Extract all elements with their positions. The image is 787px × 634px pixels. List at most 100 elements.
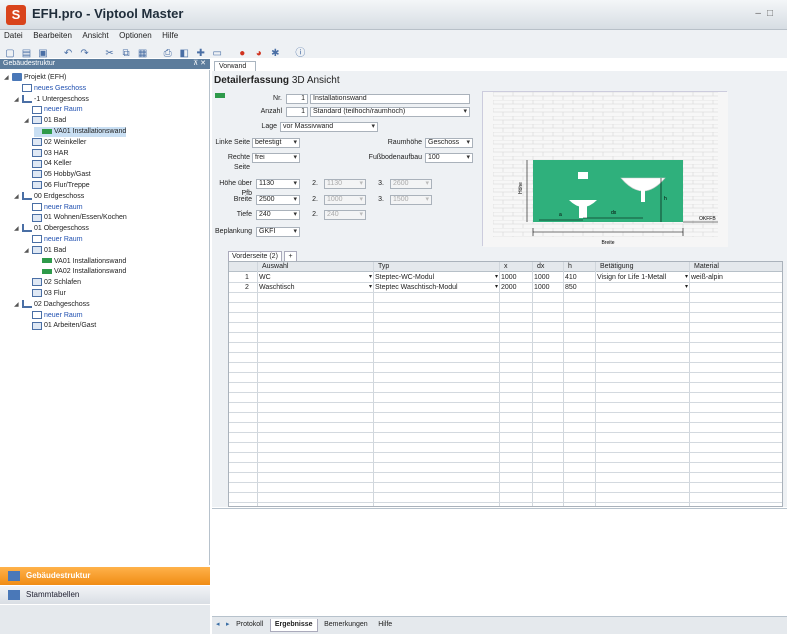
col-material[interactable]: Material — [691, 262, 719, 272]
cell-x[interactable]: 1000 — [499, 273, 532, 283]
table-row[interactable] — [229, 383, 782, 393]
table-row[interactable] — [229, 433, 782, 443]
tree-node[interactable]: 06 Flur/Treppe — [24, 181, 90, 191]
tree-node[interactable]: neuer Raum — [24, 202, 83, 213]
hoehe-2-select[interactable]: 1130 — [324, 179, 366, 189]
tab-vorderseite[interactable]: Vorderseite (2) — [228, 251, 282, 261]
red-icon-1[interactable]: ● — [236, 48, 248, 60]
minimize-icon[interactable]: – — [755, 8, 767, 19]
nav-stammtabellen[interactable]: Stammtabellen — [0, 586, 210, 604]
table-row[interactable] — [229, 493, 782, 503]
tree-node[interactable]: 01 Wohnen/Essen/Kochen — [24, 213, 127, 223]
info-icon[interactable]: ⓘ — [294, 48, 306, 60]
rechte-seite-select[interactable]: frei — [252, 153, 300, 163]
table-row[interactable] — [229, 393, 782, 403]
table-row[interactable] — [229, 453, 782, 463]
tree-node[interactable]: 02 Schlafen — [24, 278, 81, 288]
breite-2-select[interactable]: 1000 — [324, 195, 366, 205]
hoehe-3-select[interactable]: 2600 — [390, 179, 432, 189]
add-tab-button[interactable]: + — [284, 251, 297, 261]
cell-nr[interactable]: 1 — [243, 273, 255, 283]
tiefe-select[interactable]: 240 — [256, 210, 300, 220]
table-row[interactable] — [229, 353, 782, 363]
tab-bemerkungen[interactable]: Bemerkungen — [320, 619, 372, 631]
tree-node[interactable]: VA01 Installationswand — [34, 127, 127, 137]
menu-datei[interactable]: Datei — [0, 30, 27, 42]
remove-icon[interactable]: ▭ — [211, 48, 223, 60]
table-row[interactable] — [229, 483, 782, 493]
table-row[interactable] — [229, 423, 782, 433]
tree-node[interactable]: 01 Arbeiten/Gast — [24, 321, 96, 331]
table-row[interactable] — [229, 413, 782, 423]
tree-node[interactable]: 03 Flur — [24, 289, 66, 299]
cell-h[interactable]: 410 — [563, 273, 595, 283]
tree-node[interactable]: neuer Raum — [24, 105, 83, 115]
tree-node[interactable]: ◢ 02 Dachgeschoss — [14, 299, 90, 310]
col-dx[interactable]: dx — [534, 262, 544, 272]
name-field[interactable]: Installationswand — [310, 94, 470, 104]
tab-ergebnisse[interactable]: Ergebnisse — [269, 619, 318, 632]
table-row[interactable] — [229, 293, 782, 303]
hoehe-select[interactable]: 1130 — [256, 179, 300, 189]
pin-close-icon[interactable]: ⊼ ✕ — [193, 59, 206, 69]
cell-mat[interactable] — [689, 283, 782, 293]
cell-x[interactable]: 2000 — [499, 283, 532, 293]
tree-node[interactable]: neues Geschoss — [14, 83, 86, 94]
menu-hilfe[interactable]: Hilfe — [158, 30, 182, 42]
nav-gebaeudestruktur[interactable]: Gebäudestruktur — [0, 567, 210, 585]
nr-field[interactable]: 1 — [286, 94, 308, 104]
menu-ansicht[interactable]: Ansicht — [78, 30, 112, 42]
tree-node[interactable]: VA02 Installationswand — [34, 267, 126, 277]
expand-icon[interactable]: ◢ — [24, 246, 32, 256]
expand-icon[interactable]: ◢ — [4, 73, 12, 83]
tab-protokoll[interactable]: Protokoll — [232, 619, 267, 631]
table-row[interactable] — [229, 463, 782, 473]
cell-mat[interactable]: weiß-alpin — [689, 273, 782, 283]
red-icon-2[interactable]: ◕ — [253, 48, 265, 60]
cell-auswahl[interactable]: WC — [257, 273, 373, 283]
cell-h[interactable]: 850 — [563, 283, 595, 293]
col-auswahl[interactable]: Auswahl — [259, 262, 288, 272]
tree-node[interactable]: ◢ -1 Untergeschoss — [14, 94, 89, 105]
tiefe-2-select[interactable]: 240 — [324, 210, 366, 220]
raumhoehe-select[interactable]: Geschoss — [425, 138, 473, 148]
typ-select[interactable]: Standard (teilhoch/raumhoch) — [310, 107, 470, 117]
table-row[interactable] — [229, 473, 782, 483]
maximize-icon[interactable]: □ — [767, 8, 779, 19]
table-row[interactable] — [229, 403, 782, 413]
cell-auswahl[interactable]: Waschtisch — [257, 283, 373, 293]
fussbodenaufbau-select[interactable]: 100 — [425, 153, 473, 163]
tree-node[interactable]: 02 Weinkeller — [24, 137, 86, 148]
table-row[interactable] — [229, 363, 782, 373]
table-row[interactable]: 1WCSteptec-WC-Modul10001000410Visign for… — [229, 273, 782, 283]
tree-node[interactable]: ◢ Projekt (EFH) — [4, 73, 66, 83]
cell-bet[interactable]: Visign for Life 1-Metall — [595, 273, 689, 283]
table-row[interactable]: 2WaschtischSteptec Waschtisch-Modul20001… — [229, 283, 782, 293]
cell-dx[interactable]: 1000 — [532, 273, 563, 283]
table-row[interactable] — [229, 303, 782, 313]
linke-seite-select[interactable]: befestigt — [252, 138, 300, 148]
cell-typ[interactable]: Steptec-WC-Modul — [373, 273, 499, 283]
table-row[interactable] — [229, 443, 782, 453]
table-row[interactable] — [229, 323, 782, 333]
tab-vorwand[interactable]: Vorwand — [214, 61, 256, 71]
tree-node[interactable]: 05 Hobby/Gast — [24, 170, 91, 180]
tree-node[interactable]: ◢ 01 Obergeschoss — [14, 224, 89, 234]
expand-icon[interactable]: ◢ — [14, 224, 22, 234]
expand-icon[interactable]: ◢ — [14, 95, 22, 105]
settings-icon[interactable]: ✱ — [269, 48, 281, 60]
breite-select[interactable]: 2500 — [256, 195, 300, 205]
cell-dx[interactable]: 1000 — [532, 283, 563, 293]
expand-icon[interactable]: ◢ — [14, 192, 22, 202]
next-tab-icon[interactable]: ▸ — [226, 620, 230, 628]
table-row[interactable] — [229, 333, 782, 343]
tree-node[interactable]: ◢ 01 Bad — [24, 116, 66, 126]
tree-node[interactable]: ◢ 00 Erdgeschoss — [14, 191, 84, 202]
tree-node[interactable]: neuer Raum — [24, 310, 83, 321]
tree-node[interactable]: ◢ 01 Bad — [24, 245, 66, 256]
menu-optionen[interactable]: Optionen — [115, 30, 155, 42]
cell-nr[interactable]: 2 — [243, 283, 255, 293]
col-x[interactable]: x — [501, 262, 508, 272]
lage-select[interactable]: vor Massivwand — [280, 122, 378, 132]
table-row[interactable] — [229, 373, 782, 383]
